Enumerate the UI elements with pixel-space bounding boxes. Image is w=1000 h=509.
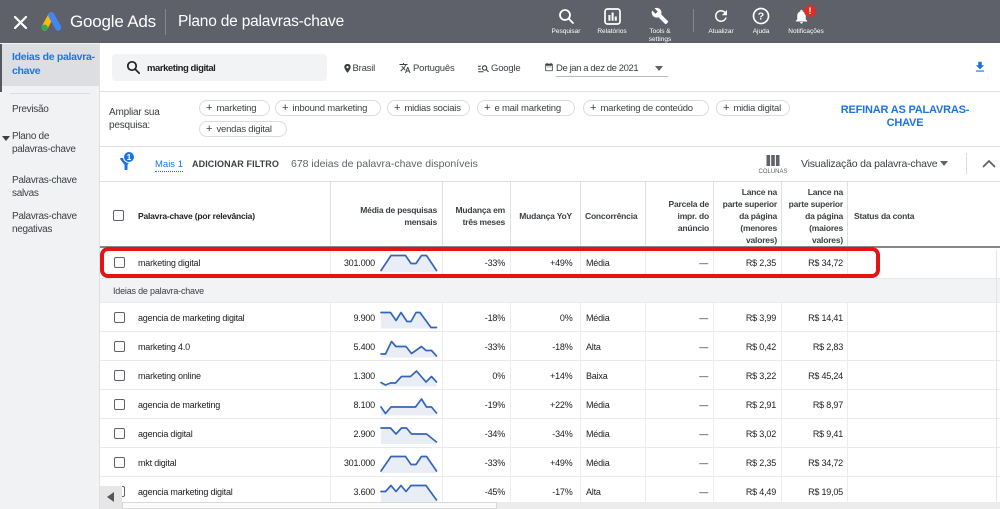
svg-text:?: ?	[758, 11, 764, 23]
